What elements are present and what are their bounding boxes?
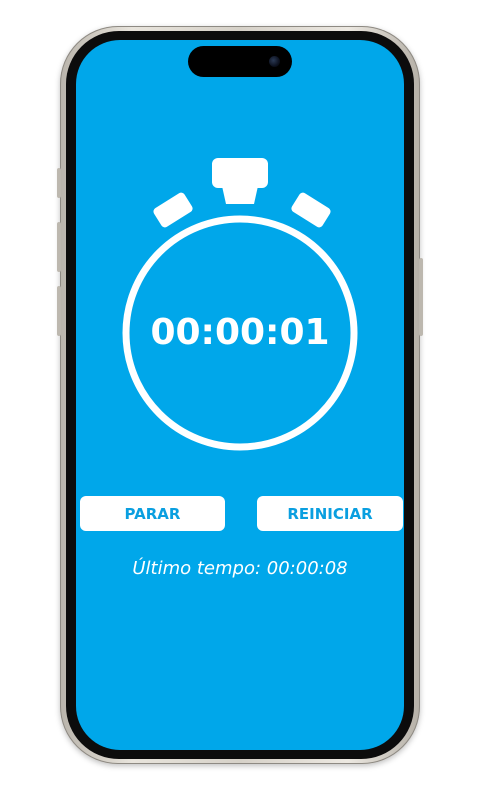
stopwatch-icon bbox=[122, 158, 358, 451]
app-screen: 00:00:01 PARAR REINICIAR Último tempo: 0… bbox=[76, 40, 404, 750]
stopwatch-right-button bbox=[291, 192, 331, 228]
phone-volume-up-button bbox=[57, 222, 61, 272]
reset-button[interactable]: REINICIAR bbox=[257, 496, 403, 531]
stopwatch-left-button bbox=[153, 192, 193, 228]
phone-side-button bbox=[57, 168, 61, 198]
stopwatch-top-button bbox=[212, 158, 268, 188]
stop-button[interactable]: PARAR bbox=[80, 496, 225, 531]
last-time-label: Último tempo: 00:00:08 bbox=[132, 558, 348, 579]
phone-power-button bbox=[419, 258, 423, 336]
elapsed-time-display: 00:00:01 bbox=[150, 312, 330, 353]
stopwatch-top-stem bbox=[222, 186, 258, 204]
phone-volume-down-button bbox=[57, 286, 61, 336]
